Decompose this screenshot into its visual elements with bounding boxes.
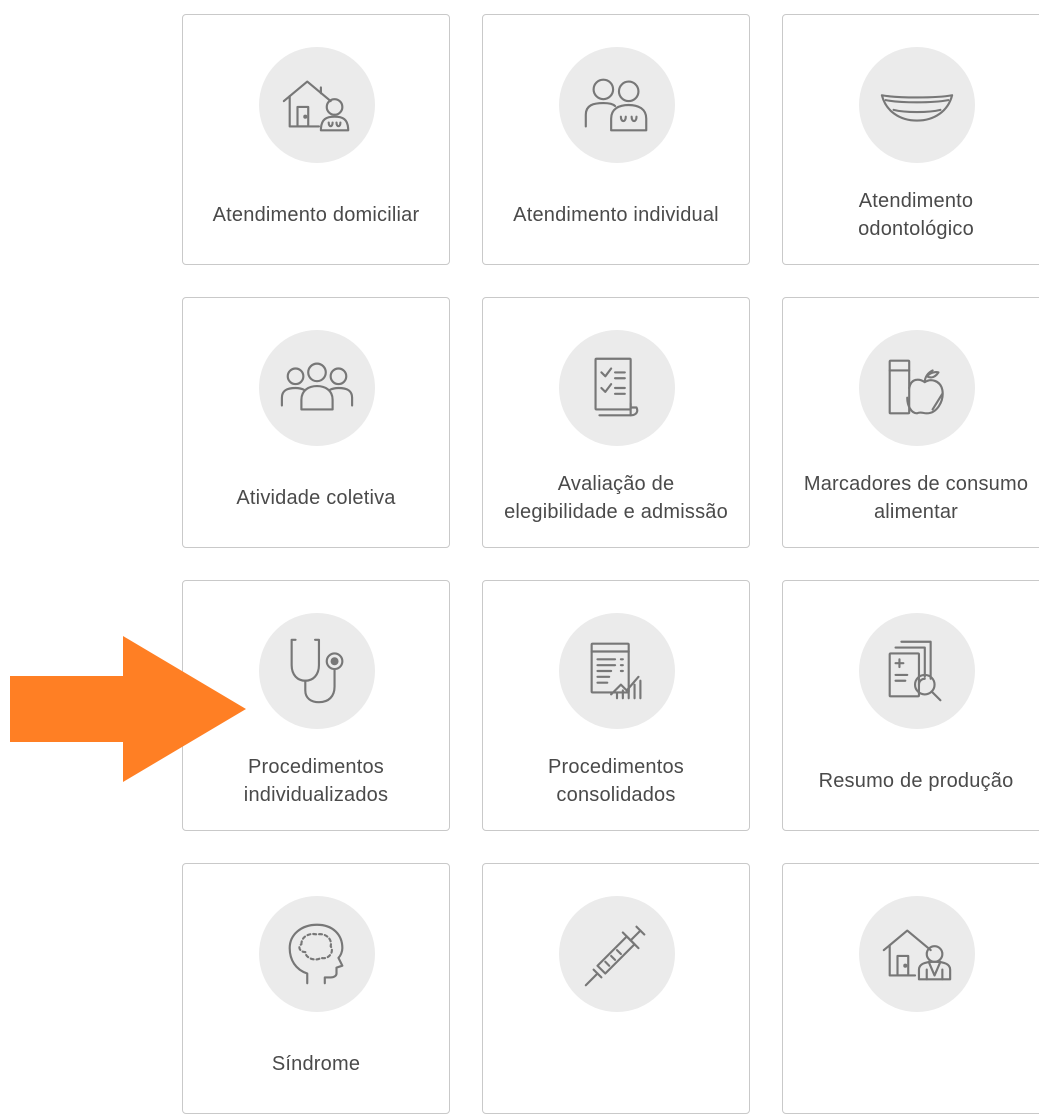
report-chart-icon xyxy=(559,613,675,729)
card-label: Atividade coletiva xyxy=(236,487,396,509)
checklist-icon xyxy=(559,330,675,446)
card-procedimentos-consolidados[interactable]: Procedimentos consolidados xyxy=(482,580,750,831)
card-label: Síndrome xyxy=(271,1053,361,1075)
individual-care-icon xyxy=(559,47,675,163)
card-label: Procedimentos consolidados xyxy=(548,756,684,806)
food-consumption-icon xyxy=(859,330,975,446)
dental-smile-icon xyxy=(859,47,975,163)
card-atendimento-odontologico[interactable]: Atendimento odontológico xyxy=(782,14,1039,265)
card-label: Atendimento odontológico xyxy=(858,190,974,240)
document-search-icon xyxy=(859,613,975,729)
card-vacinacao[interactable] xyxy=(482,863,750,1114)
syringe-icon xyxy=(559,896,675,1012)
group-activity-icon xyxy=(259,330,375,446)
card-label: Marcadores de consumo alimentar xyxy=(803,473,1029,523)
orange-arrow-indicator xyxy=(10,636,246,782)
home-visit-icon xyxy=(859,896,975,1012)
card-sindrome[interactable]: Síndrome xyxy=(182,863,450,1114)
report-menu-grid: Atendimento domiciliar Atendimento indiv… xyxy=(0,0,1039,1114)
card-atendimento-individual[interactable]: Atendimento individual xyxy=(482,14,750,265)
card-resumo-producao[interactable]: Resumo de produção xyxy=(782,580,1039,831)
card-label: Atendimento domiciliar xyxy=(212,204,420,226)
stethoscope-icon xyxy=(259,613,375,729)
card-atividade-coletiva[interactable]: Atividade coletiva xyxy=(182,297,450,548)
card-marcadores-consumo[interactable]: Marcadores de consumo alimentar xyxy=(782,297,1039,548)
card-label: Avaliação de elegibilidade e admissão xyxy=(504,473,728,523)
card-avaliacao-elegibilidade[interactable]: Avaliação de elegibilidade e admissão xyxy=(482,297,750,548)
card-label: Resumo de produção xyxy=(818,770,1014,792)
home-care-icon xyxy=(259,47,375,163)
card-label: Atendimento individual xyxy=(513,204,719,226)
card-atendimento-domiciliar[interactable]: Atendimento domiciliar xyxy=(182,14,450,265)
head-brain-icon xyxy=(259,896,375,1012)
card-visita-domiciliar[interactable] xyxy=(782,863,1039,1114)
